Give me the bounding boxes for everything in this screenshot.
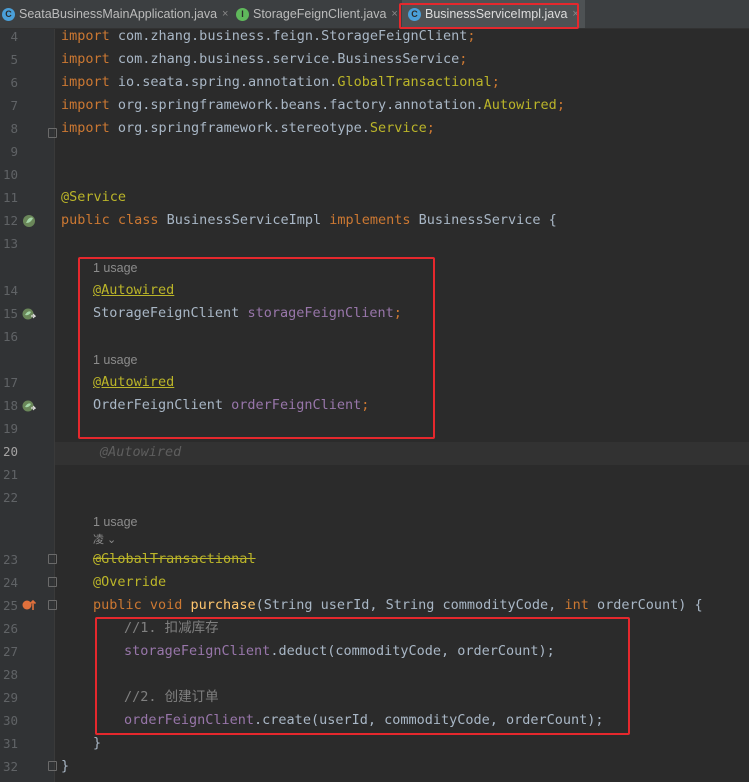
code-line-11: @Service	[61, 189, 127, 205]
code-editor[interactable]: import com.zhang.business.feign.StorageF…	[0, 0, 749, 782]
code-line-7: import org.springframework.beans.factory…	[61, 97, 565, 113]
code-line-17: @Autowired	[93, 374, 175, 390]
code-line-15: StorageFeignClient storageFeignClient;	[93, 305, 402, 321]
code-line-8: import org.springframework.stereotype.Se…	[61, 120, 435, 136]
code-line-4: import com.zhang.business.feign.StorageF…	[61, 28, 476, 44]
usage-hint[interactable]: 1 usage	[93, 513, 137, 531]
code-line-23: @GlobalTransactional	[93, 551, 256, 567]
code-line-18: OrderFeignClient orderFeignClient;	[93, 397, 370, 413]
usage-hint[interactable]: 1 usage	[93, 351, 137, 369]
code-line-27: storageFeignClient.deduct(commodityCode,…	[124, 643, 555, 659]
code-line-29: //2. 创建订单	[124, 689, 219, 705]
code-line-25: public void purchase(String userId, Stri…	[93, 597, 703, 613]
code-line-31: }	[93, 735, 102, 751]
code-line-26: //1. 扣减库存	[124, 620, 219, 636]
author-hint[interactable]: 凌 ⌄	[93, 531, 116, 549]
code-line-5: import com.zhang.business.service.Busine…	[61, 51, 468, 67]
usage-hint[interactable]: 1 usage	[93, 259, 137, 277]
code-line-24: @Override	[93, 574, 167, 590]
code-line-32: }	[61, 758, 70, 774]
code-line-6: import io.seata.spring.annotation.Global…	[61, 74, 500, 90]
code-line-30: orderFeignClient.create(userId, commodit…	[124, 712, 604, 728]
code-completion-ghost-text: @Autowired	[100, 444, 182, 460]
code-line-12: public class BusinessServiceImpl impleme…	[61, 212, 557, 228]
code-line-14: @Autowired	[93, 282, 175, 298]
